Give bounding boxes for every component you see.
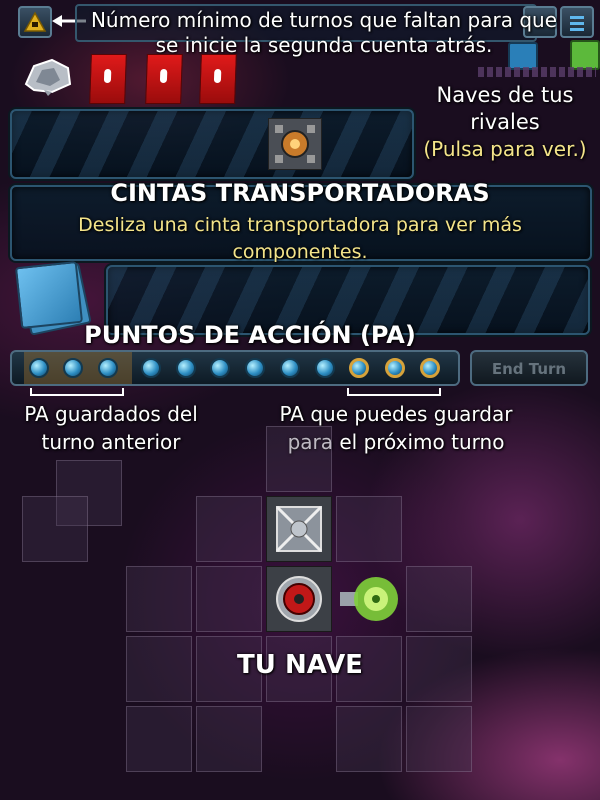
ship-slot[interactable]: [196, 496, 262, 562]
shield-component-icon: [340, 577, 398, 621]
saveable-action-point: [385, 358, 405, 378]
end-turn-label: End Turn: [491, 360, 567, 378]
card-2[interactable]: [145, 54, 183, 104]
countdown-triangle-icon: [23, 11, 47, 32]
structural-component[interactable]: [266, 496, 332, 562]
ship-slot[interactable]: [126, 706, 192, 772]
ship-slot[interactable]: [266, 426, 332, 492]
action-point: [210, 358, 230, 378]
ship-slot[interactable]: [196, 706, 262, 772]
rivals-label[interactable]: Naves de tus rivales: [420, 82, 590, 136]
action-point: [315, 358, 335, 378]
ship-slot[interactable]: [126, 636, 192, 702]
rival-ship-icon[interactable]: [570, 40, 600, 70]
card-3[interactable]: [199, 54, 237, 104]
saveable-action-point: [349, 358, 369, 378]
cabin-component[interactable]: [266, 566, 332, 632]
menu-button[interactable]: [560, 6, 594, 38]
ship-slot[interactable]: [406, 706, 472, 772]
ship-slot[interactable]: [406, 566, 472, 632]
action-point: [280, 358, 300, 378]
saved-action-point: [63, 358, 83, 378]
action-point: [176, 358, 196, 378]
ship-slot[interactable]: [22, 496, 88, 562]
conveyor-hint: Desliza una cinta transportadora para ve…: [78, 214, 522, 263]
ship-slot[interactable]: [126, 566, 192, 632]
rival-conveyor-panel[interactable]: [10, 109, 414, 179]
pa-saved-label: PA guardados del turno anterior: [24, 402, 198, 454]
conveyor-title: CINTAS TRANSPORTADORAS: [110, 179, 490, 207]
cabin-component-icon: [276, 576, 322, 622]
saved-action-point: [98, 358, 118, 378]
countdown-button[interactable]: [18, 6, 52, 38]
rival-ship-icon[interactable]: [508, 42, 538, 70]
ship-slot[interactable]: [196, 566, 262, 632]
action-points-title: PUNTOS DE ACCIÓN (PA): [84, 321, 416, 349]
card-1[interactable]: [89, 54, 127, 104]
ship-slot[interactable]: [336, 496, 402, 562]
crystal-rock-icon: [24, 58, 72, 96]
structural-component-icon: [275, 505, 323, 553]
action-point: [141, 358, 161, 378]
countdown-hint: Número mínimo de turnos que faltan para …: [90, 8, 558, 57]
your-ship-label: TU NAVE: [237, 650, 363, 680]
shield-component[interactable]: [338, 566, 404, 632]
ship-slot[interactable]: [406, 636, 472, 702]
saveable-action-point: [420, 358, 440, 378]
rival-ship-mini-map: [478, 67, 596, 77]
action-point: [245, 358, 265, 378]
saved-action-point: [29, 358, 49, 378]
ship-slot[interactable]: [336, 706, 402, 772]
engine-component-icon[interactable]: [268, 118, 322, 170]
end-turn-button[interactable]: End Turn: [470, 350, 588, 386]
rivals-hint[interactable]: (Pulsa para ver.): [412, 136, 598, 162]
